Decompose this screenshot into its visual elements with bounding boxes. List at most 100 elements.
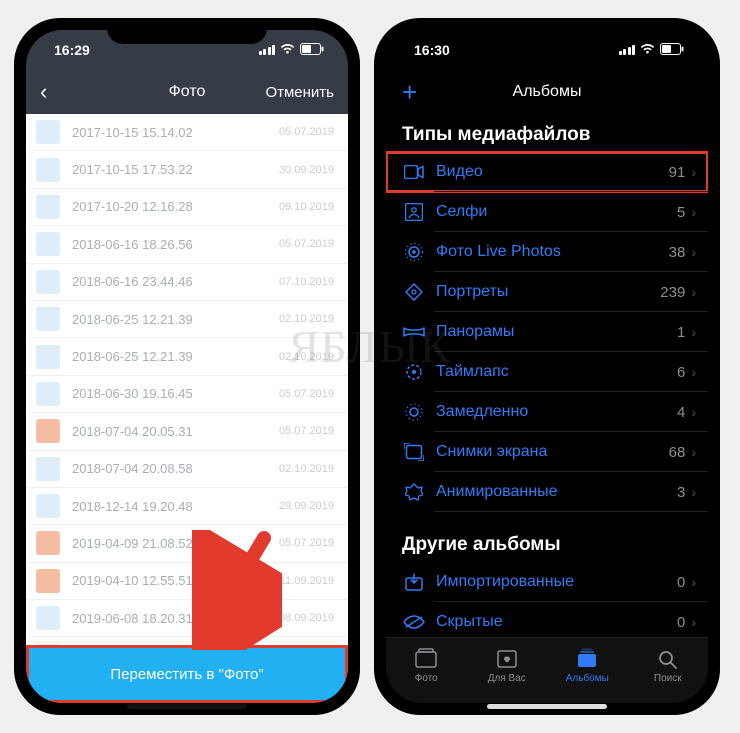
media-types-list: Видео91›Селфи5›Фото Live Photos38›Портре… [386, 152, 708, 512]
album-row[interactable]: Замедленно4› [386, 392, 708, 432]
notch [107, 18, 267, 44]
tab-bar: Фото Для Вас Альбомы Поиск [386, 637, 708, 703]
album-row[interactable]: Фото Live Photos38 › [386, 232, 708, 272]
file-date: 08.09.2019 [279, 612, 334, 624]
album-count: 91 [669, 164, 686, 181]
file-name: 2018-06-16 23.44.46 [72, 274, 279, 289]
tab-label: Поиск [654, 673, 682, 684]
album-label: Скрытые [436, 613, 677, 631]
move-to-photos-button[interactable]: Переместить в "Фото" [26, 645, 348, 703]
file-thumb [36, 494, 60, 518]
tab-photos[interactable]: Фото [386, 638, 467, 703]
home-indicator[interactable] [487, 704, 607, 709]
file-name: 2019-04-09 21.08.52 [72, 536, 279, 551]
album-row[interactable]: Видео91› [386, 152, 708, 192]
move-button-label: Переместить в "Фото" [110, 666, 263, 683]
file-row[interactable]: 2018-06-25 12.21.3902.10.2019 [26, 338, 348, 375]
file-row[interactable]: 2018-06-30 19.16.4505.07.2019 [26, 376, 348, 413]
file-name: 2017-10-15 15.14.02 [72, 125, 279, 140]
album-row[interactable]: Панорамы1› [386, 312, 708, 352]
file-row[interactable]: 2018-06-16 18.26.5605.07.2019 [26, 226, 348, 263]
album-count: 5 [677, 204, 685, 221]
file-row[interactable]: 2018-07-04 20.05.3105.07.2019 [26, 413, 348, 450]
album-row[interactable]: Скрытые0› [386, 602, 708, 637]
tab-label: Для Вас [488, 673, 526, 684]
cancel-button[interactable]: Отменить [265, 84, 334, 101]
file-row[interactable]: 2018-06-16 23.44.4607.10.2019 [26, 264, 348, 301]
foryou-icon [495, 648, 519, 670]
file-row[interactable]: 2018-06-25 12.21.3902.10.2019 [26, 301, 348, 338]
chevron-right-icon: › [691, 484, 696, 500]
album-label: Панорамы [436, 323, 677, 341]
file-date: 29.09.2019 [279, 500, 334, 512]
chevron-right-icon: › [691, 284, 696, 300]
file-thumb [36, 158, 60, 182]
album-row[interactable]: Импортированные0› [386, 562, 708, 602]
file-name: 2018-07-04 20.08.58 [72, 461, 279, 476]
file-row[interactable]: 2018-12-14 19.20.4829.09.2019 [26, 488, 348, 525]
file-row[interactable]: 2019-06-08 18.22.4008.06.2019 [26, 637, 348, 645]
file-name: 2018-06-30 19.16.45 [72, 386, 279, 401]
album-count: 1 [677, 324, 685, 341]
section-media-types: Типы медиафайлов [386, 114, 708, 152]
screenshot-icon [402, 443, 426, 461]
chevron-right-icon: › [691, 164, 696, 180]
file-name: 2018-06-16 18.26.56 [72, 237, 279, 252]
album-count: 38 [669, 244, 686, 261]
file-list[interactable]: 2017-10-15 15.14.0205.07.20192017-10-15 … [26, 114, 348, 645]
file-thumb [36, 232, 60, 256]
file-date: 30.09.2019 [279, 164, 334, 176]
file-name: 2018-12-14 19.20.48 [72, 499, 279, 514]
album-row[interactable]: Портреты239 › [386, 272, 708, 312]
add-button[interactable]: + [402, 77, 417, 108]
photos-icon [414, 648, 438, 670]
album-label: Селфи [436, 203, 677, 221]
album-label: Импортированные [436, 573, 677, 591]
file-thumb [36, 419, 60, 443]
file-row[interactable]: 2017-10-15 17.53.2230.09.2019 [26, 151, 348, 188]
file-row[interactable]: 2018-07-04 20.08.5802.10.2019 [26, 451, 348, 488]
home-indicator[interactable] [127, 704, 247, 709]
file-date: 02.10.2019 [279, 313, 334, 325]
file-name: 2017-10-15 17.53.22 [72, 162, 279, 177]
album-label: Анимированные [436, 483, 677, 501]
phone-right: 16:30 + Альбомы Типы медиафайлов Видео91… [374, 18, 720, 715]
file-thumb [36, 307, 60, 331]
file-row[interactable]: 2019-04-09 21.08.5205.07.2019 [26, 525, 348, 562]
file-name: 2019-06-08 18.20.31 [72, 611, 279, 626]
album-label: Фото Live Photos [436, 243, 669, 261]
album-row[interactable]: Анимированные3› [386, 472, 708, 512]
album-row[interactable]: Снимки экрана68› [386, 432, 708, 472]
nav-title: Альбомы [386, 83, 708, 101]
chevron-right-icon: › [691, 204, 696, 220]
file-name: 2018-07-04 20.05.31 [72, 424, 279, 439]
file-row[interactable]: 2019-04-10 12.55.5111.09.2019 [26, 563, 348, 600]
status-icons [619, 43, 685, 58]
file-row[interactable]: 2017-10-15 15.14.0205.07.2019 [26, 114, 348, 151]
other-albums-list: Импортированные0›Скрытые0›Недавно удален… [386, 562, 708, 637]
album-row[interactable]: Таймлапс6› [386, 352, 708, 392]
album-label: Портреты [436, 283, 660, 301]
panorama-icon [402, 326, 426, 338]
back-button[interactable]: ‹ [40, 79, 47, 105]
battery-icon [660, 43, 684, 58]
chevron-right-icon: › [691, 444, 696, 460]
portrait-icon [402, 283, 426, 301]
hidden-icon [402, 615, 426, 629]
search-icon [656, 648, 680, 670]
file-row[interactable]: 2019-06-08 18.20.3108.09.2019 [26, 600, 348, 637]
file-name: 2017-10-20 12.16.28 [72, 199, 279, 214]
tab-albums[interactable]: Альбомы [547, 638, 628, 703]
albums-content[interactable]: Типы медиафайлов Видео91›Селфи5›Фото Liv… [386, 114, 708, 637]
album-count: 239 [660, 284, 685, 301]
tab-foryou[interactable]: Для Вас [467, 638, 548, 703]
file-row[interactable]: 2017-10-20 12.16.2809.10.2019 [26, 189, 348, 226]
status-icons [259, 43, 325, 58]
nav-bar: + Альбомы [386, 70, 708, 114]
chevron-right-icon: › [691, 244, 696, 260]
video-icon [402, 165, 426, 179]
album-row[interactable]: Селфи5 › [386, 192, 708, 232]
wifi-icon [640, 43, 655, 58]
tab-search[interactable]: Поиск [628, 638, 709, 703]
animated-icon [402, 483, 426, 501]
